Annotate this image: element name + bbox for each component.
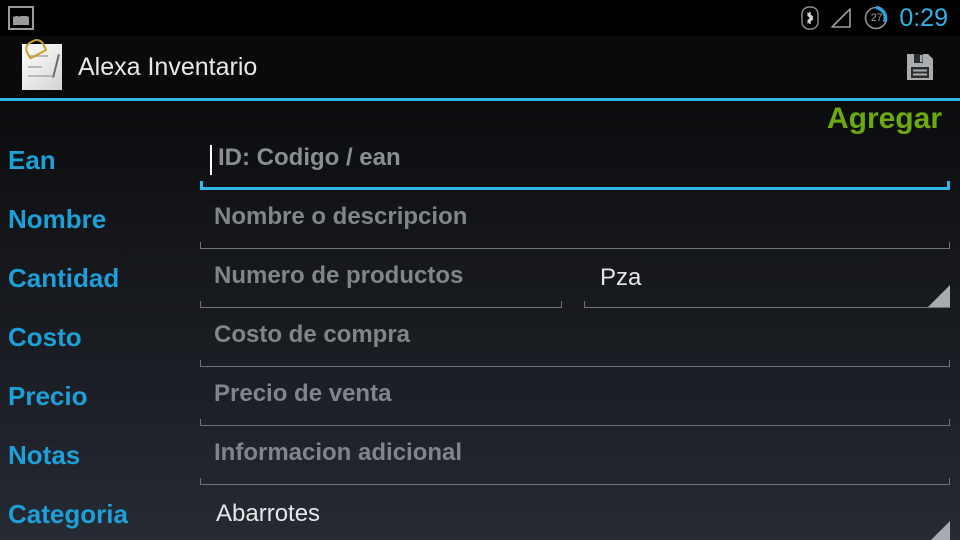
input-cantidad-placeholder: Numero de productos (214, 262, 464, 289)
notepad-icon (22, 36, 62, 90)
spinner-unidad-value: Pza (600, 264, 642, 291)
form-row-categoria: Categoria Abarrotes (0, 495, 960, 540)
label-ean: Ean (8, 145, 56, 175)
label-notas: Notas (8, 440, 81, 470)
battery-circle-icon: 27 (863, 5, 889, 31)
form-row-cantidad: Cantidad Numero de productos Pza (0, 259, 960, 318)
input-notas[interactable]: Informacion adicional (200, 436, 960, 485)
chevron-down-icon (928, 521, 950, 540)
input-ean[interactable]: ID: Codigo / ean (200, 141, 960, 190)
bluetooth-icon (801, 6, 820, 30)
spinner-categoria[interactable]: Abarrotes (200, 495, 960, 540)
input-cantidad[interactable]: Numero de productos (200, 259, 572, 308)
status-bar-system-icons: 27 0:29 (801, 5, 960, 31)
input-costo-placeholder: Costo de compra (214, 321, 411, 348)
input-underline (200, 181, 950, 190)
input-notas-placeholder: Informacion adicional (214, 439, 463, 466)
form-row-precio: Precio Precio de venta (0, 377, 960, 436)
input-nombre[interactable]: Nombre o descripcion (200, 200, 960, 249)
input-nombre-placeholder: Nombre o descripcion (214, 203, 468, 230)
mode-label: Agregar (826, 102, 942, 135)
app-title: Alexa Inventario (78, 52, 258, 81)
label-precio: Precio (8, 381, 88, 411)
floppy-save-icon (907, 54, 933, 80)
mode-row: Agregar (0, 101, 960, 141)
text-caret (210, 145, 212, 175)
status-bar-notifications (0, 6, 34, 30)
input-costo[interactable]: Costo de compra (200, 318, 960, 367)
input-precio[interactable]: Precio de venta (200, 377, 960, 426)
spinner-unidad[interactable]: Pza (584, 259, 960, 308)
label-costo: Costo (8, 322, 82, 352)
input-precio-placeholder: Precio de venta (214, 380, 392, 407)
input-ean-placeholder: ID: Codigo / ean (218, 144, 401, 171)
input-underline (200, 419, 950, 426)
input-underline (200, 301, 562, 308)
battery-level-text: 27 (870, 12, 883, 24)
app-screen: 27 0:29 Alexa Inventario Agregar Ean ID:… (0, 0, 960, 540)
save-button[interactable] (902, 49, 938, 85)
screenshot-image-icon (8, 6, 34, 30)
status-bar-clock: 0:29 (899, 3, 948, 32)
status-bar: 27 0:29 (0, 0, 960, 36)
form-row-ean: Ean ID: Codigo / ean (0, 141, 960, 200)
label-categoria: Categoria (8, 499, 128, 529)
input-underline (200, 478, 950, 485)
spinner-underline (584, 301, 950, 308)
label-cantidad: Cantidad (8, 263, 120, 293)
chevron-down-icon (928, 285, 950, 307)
form-row-costo: Costo Costo de compra (0, 318, 960, 377)
input-underline (200, 242, 950, 249)
form-content: Agregar Ean ID: Codigo / ean Nombre Nomb… (0, 101, 960, 540)
form-row-notas: Notas Informacion adicional (0, 436, 960, 495)
signal-strength-icon (829, 7, 853, 29)
form-row-nombre: Nombre Nombre o descripcion (0, 200, 960, 259)
spinner-categoria-value: Abarrotes (216, 500, 321, 527)
label-nombre: Nombre (8, 204, 107, 234)
action-bar: Alexa Inventario (0, 36, 960, 98)
input-underline (200, 360, 950, 367)
